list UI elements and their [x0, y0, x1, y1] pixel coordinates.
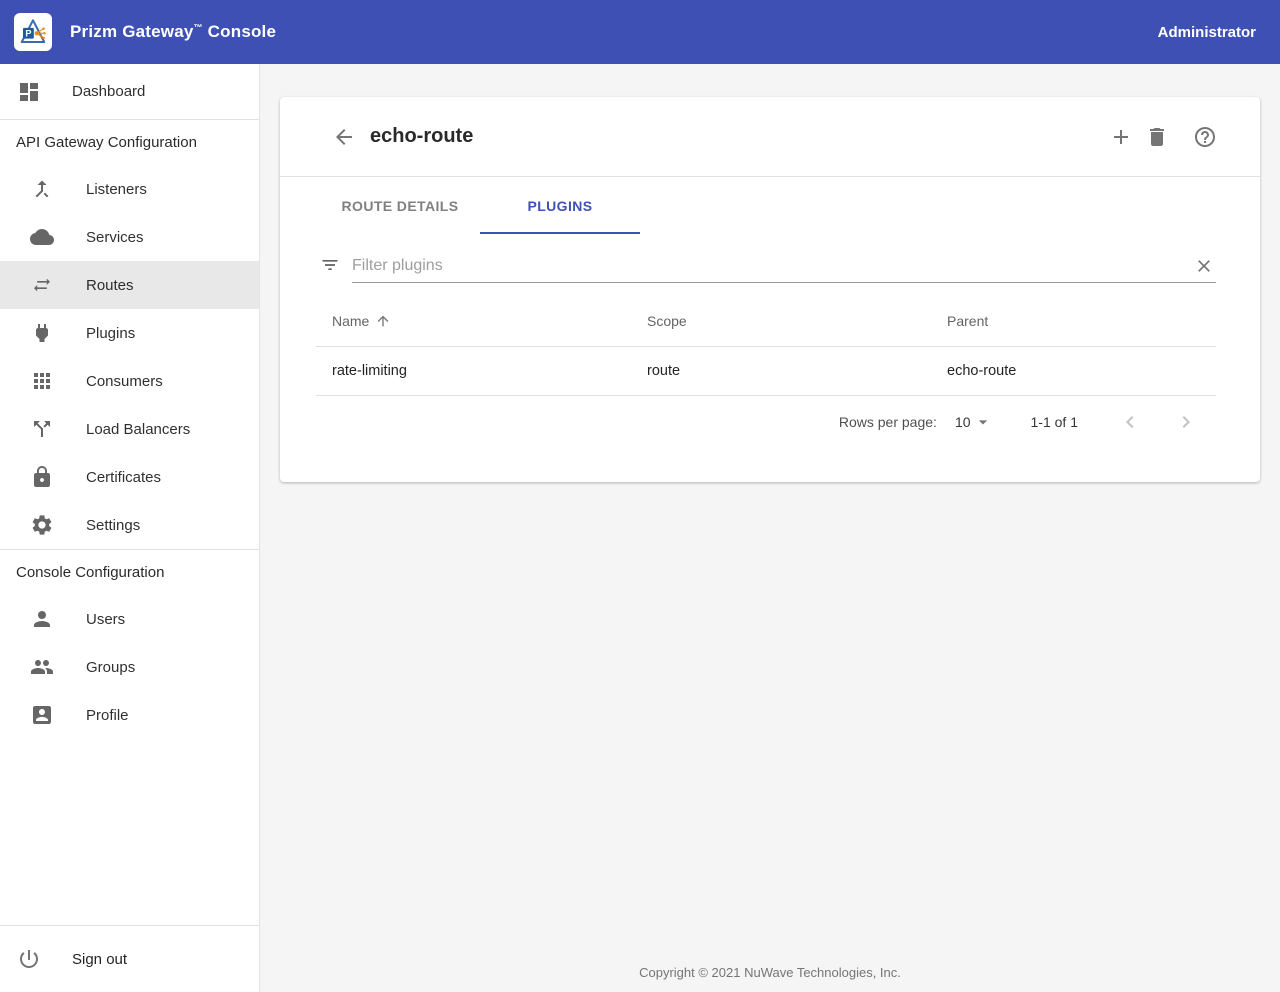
current-user-label[interactable]: Administrator — [1158, 24, 1256, 41]
people-icon — [30, 655, 54, 679]
sidebar-item-dashboard[interactable]: Dashboard — [0, 64, 259, 120]
plus-icon — [1109, 125, 1133, 149]
add-plugin-button[interactable] — [1109, 125, 1133, 149]
column-header-name[interactable]: Name — [316, 313, 631, 329]
cell-plugin-scope: route — [631, 363, 931, 379]
sidebar-item-label: Listeners — [86, 181, 147, 198]
sort-ascending-icon — [375, 313, 391, 329]
gear-icon — [30, 513, 54, 537]
apps-grid-icon — [30, 369, 54, 393]
sidebar: Dashboard API Gateway Configuration List… — [0, 64, 260, 992]
filter-plugins-input[interactable] — [352, 252, 1192, 280]
filter-bar — [320, 246, 1216, 283]
sidebar-item-label: Plugins — [86, 325, 135, 342]
sidebar-item-profile[interactable]: Profile — [0, 691, 259, 739]
lock-icon — [30, 465, 54, 489]
swap-arrows-icon — [30, 273, 54, 297]
sidebar-item-label: Dashboard — [72, 83, 145, 100]
prizm-logo-icon: P — [14, 13, 52, 51]
svg-text:P: P — [25, 29, 31, 39]
help-button[interactable] — [1193, 125, 1217, 149]
sidebar-section-api-gateway: API Gateway Configuration — [0, 120, 259, 165]
cloud-icon — [30, 225, 54, 249]
sidebar-section-console-config: Console Configuration — [0, 550, 259, 595]
sidebar-item-label: Groups — [86, 659, 135, 676]
sidebar-item-certificates[interactable]: Certificates — [0, 453, 259, 501]
sidebar-item-groups[interactable]: Groups — [0, 643, 259, 691]
route-detail-card: echo-route ROUTE DETAILS PLUGINS — [280, 97, 1260, 482]
copyright-footer: Copyright © 2021 NuWave Technologies, In… — [260, 965, 1280, 980]
plug-icon — [30, 321, 54, 345]
sidebar-item-label: Services — [86, 229, 144, 246]
app-title: Prizm Gateway™ Console — [70, 22, 276, 42]
chevron-right-icon — [1174, 410, 1198, 434]
pagination-range: 1-1 of 1 — [1031, 414, 1078, 430]
main-content: echo-route ROUTE DETAILS PLUGINS — [260, 64, 1280, 992]
filter-icon — [320, 255, 340, 275]
help-icon — [1193, 125, 1217, 149]
previous-page-button[interactable] — [1118, 410, 1142, 434]
sign-out-button[interactable]: Sign out — [0, 925, 259, 992]
sidebar-item-settings[interactable]: Settings — [0, 501, 259, 549]
sidebar-item-services[interactable]: Services — [0, 213, 259, 261]
sidebar-item-consumers[interactable]: Consumers — [0, 357, 259, 405]
sidebar-item-label: Load Balancers — [86, 421, 190, 438]
sidebar-item-label: Certificates — [86, 469, 161, 486]
rows-per-page-value: 10 — [955, 414, 971, 430]
table-pagination: Rows per page: 10 1-1 of 1 — [280, 396, 1260, 448]
sidebar-item-label: Users — [86, 611, 125, 628]
person-icon — [30, 607, 54, 631]
app-bar: P Prizm Gateway™ Console Administrator — [0, 0, 1280, 64]
split-icon — [30, 417, 54, 441]
back-arrow-icon — [332, 125, 356, 149]
trash-icon — [1145, 125, 1169, 149]
sidebar-item-load-balancers[interactable]: Load Balancers — [0, 405, 259, 453]
contact-card-icon — [30, 703, 54, 727]
sign-out-label: Sign out — [72, 951, 127, 968]
dashboard-icon — [17, 80, 41, 104]
cell-plugin-name: rate-limiting — [316, 363, 631, 379]
sidebar-item-routes[interactable]: Routes — [0, 261, 259, 309]
dropdown-arrow-icon — [973, 412, 993, 432]
tab-plugins[interactable]: PLUGINS — [480, 177, 640, 234]
sidebar-item-label: Profile — [86, 707, 129, 724]
tab-bar: ROUTE DETAILS PLUGINS — [280, 177, 1260, 234]
table-row[interactable]: rate-limiting route echo-route — [316, 347, 1216, 396]
column-header-parent[interactable]: Parent — [931, 313, 1216, 329]
sidebar-item-plugins[interactable]: Plugins — [0, 309, 259, 357]
chevron-left-icon — [1118, 410, 1142, 434]
sidebar-item-users[interactable]: Users — [0, 595, 259, 643]
plugins-table: Name Scope Parent rate-limiting route ec… — [316, 295, 1216, 396]
rows-per-page-select[interactable]: 10 — [955, 412, 993, 432]
trademark-symbol: ™ — [194, 22, 203, 32]
sidebar-item-listeners[interactable]: Listeners — [0, 165, 259, 213]
rows-per-page-label: Rows per page: — [839, 414, 937, 430]
delete-route-button[interactable] — [1145, 125, 1169, 149]
tab-route-details[interactable]: ROUTE DETAILS — [320, 177, 480, 234]
power-icon — [17, 947, 41, 971]
table-header-row: Name Scope Parent — [316, 295, 1216, 347]
sidebar-item-label: Consumers — [86, 373, 163, 390]
page-title: echo-route — [370, 125, 473, 148]
card-header: echo-route — [280, 97, 1260, 177]
cell-plugin-parent: echo-route — [931, 363, 1216, 379]
column-header-scope[interactable]: Scope — [631, 313, 931, 329]
merge-icon — [30, 177, 54, 201]
clear-filter-button[interactable] — [1192, 254, 1216, 278]
sidebar-item-label: Settings — [86, 517, 140, 534]
back-button[interactable] — [332, 125, 356, 149]
sidebar-item-label: Routes — [86, 277, 134, 294]
close-icon — [1194, 256, 1214, 276]
next-page-button[interactable] — [1174, 410, 1198, 434]
